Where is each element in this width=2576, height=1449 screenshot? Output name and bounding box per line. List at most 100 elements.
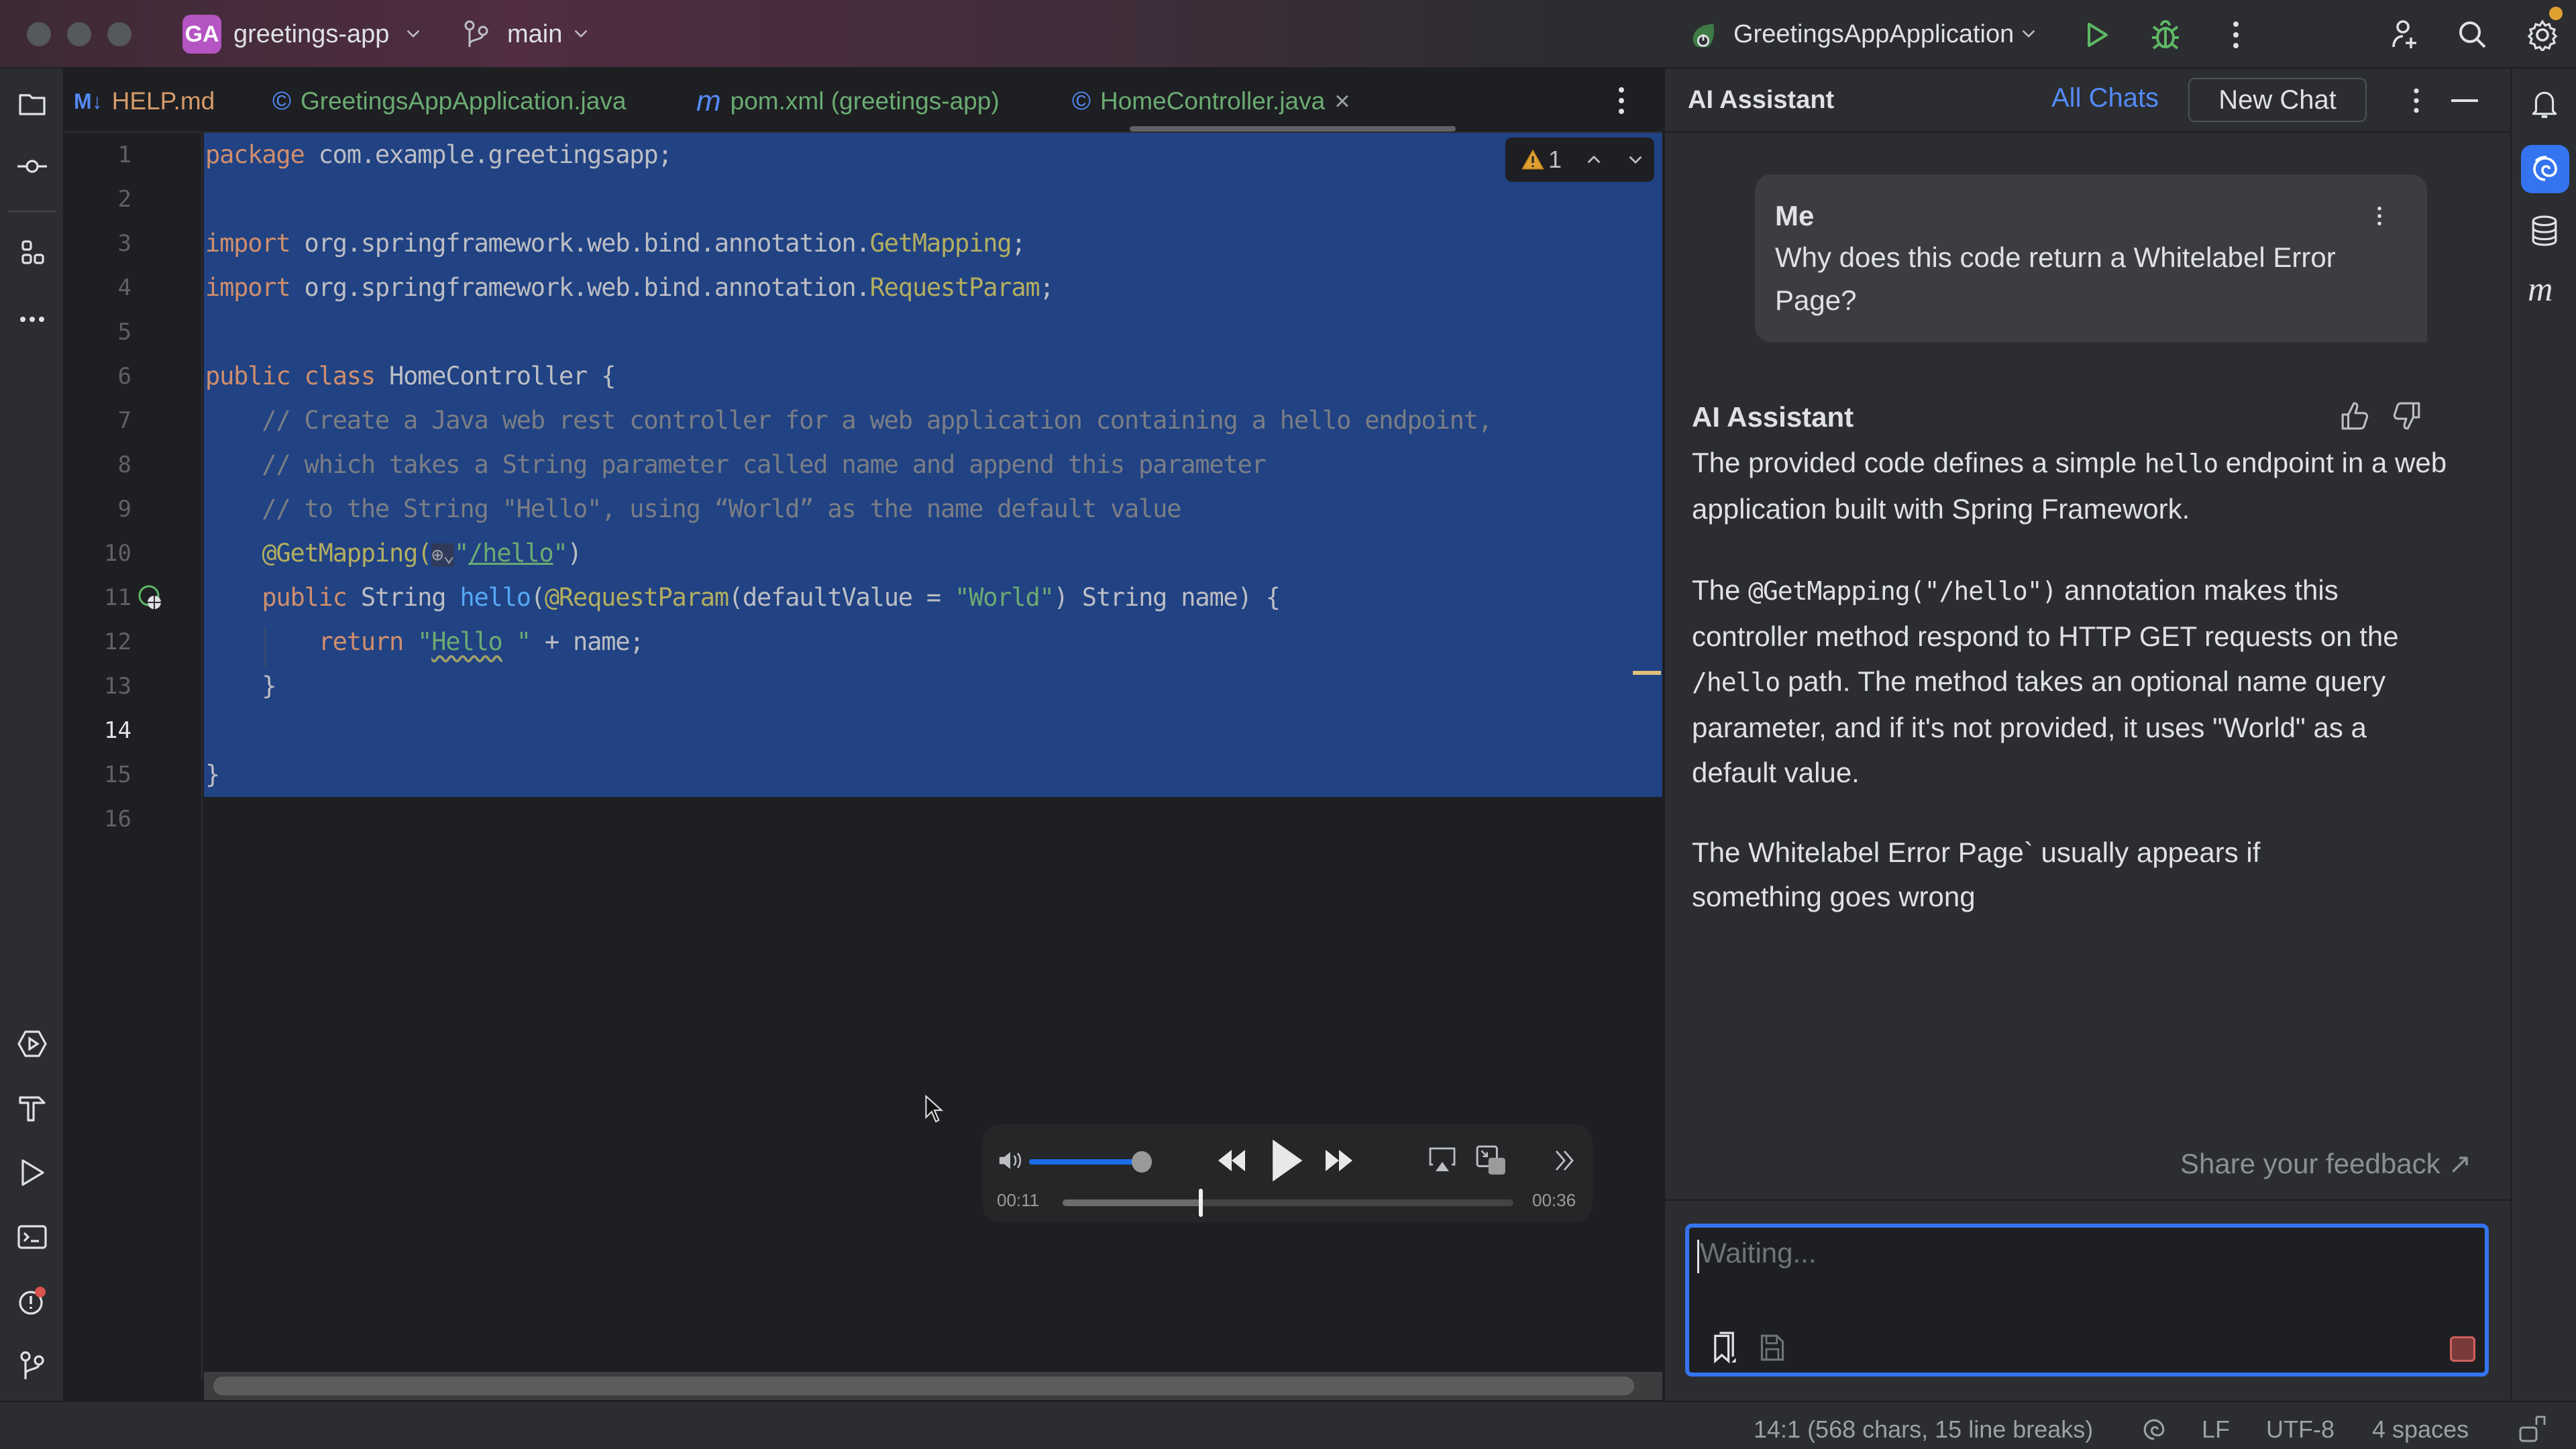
services-icon[interactable] — [16, 1028, 48, 1060]
user-message-author: Me — [1775, 200, 1815, 231]
more-controls-icon[interactable] — [1554, 1148, 1575, 1173]
file-encoding[interactable]: UTF-8 — [2266, 1415, 2334, 1444]
endpoint-globe-icon[interactable]: ⊕⌄ — [431, 543, 455, 567]
code-line-13: } — [205, 672, 276, 700]
chevron-down-icon — [574, 30, 588, 38]
tab-label: GreetingsAppApplication.java — [301, 87, 627, 115]
previous-highlight-icon[interactable] — [1585, 150, 1603, 169]
video-progress-fill — [1063, 1199, 1201, 1206]
build-icon[interactable] — [16, 1092, 48, 1124]
code-line-8-comment: // which takes a String parameter called… — [205, 450, 1267, 479]
endpoint-gutter-icon[interactable] — [137, 584, 164, 613]
tab-label: pom.xml (greetings-app) — [730, 87, 1000, 115]
code-line-9-comment: // to the String "Hello", using “World” … — [205, 494, 1181, 523]
structure-icon[interactable] — [16, 237, 48, 270]
chat-input-placeholder[interactable]: Waiting... — [1700, 1237, 1817, 1269]
indent-guide — [264, 627, 266, 667]
window-minimize-button[interactable] — [67, 22, 91, 46]
input-separator — [1665, 1199, 2512, 1201]
thumbs-up-icon[interactable] — [2340, 400, 2371, 432]
line-number: 8 — [117, 451, 131, 478]
editor-tab-bar: M↓ HELP.md © GreetingsAppApplication.jav… — [64, 68, 1662, 133]
project-folder-icon[interactable] — [16, 89, 48, 121]
more-tools-icon[interactable] — [16, 303, 48, 335]
tab-homecontroller-java[interactable]: © HomeController.java × — [1072, 85, 1350, 118]
status-bar: 14:1 (568 chars, 15 line breaks) LF UTF-… — [0, 1401, 2576, 1449]
warning-scrollbar-marker[interactable] — [1633, 671, 1661, 675]
terminal-icon[interactable] — [16, 1221, 48, 1253]
volume-icon[interactable] — [997, 1148, 1024, 1173]
assistant-paragraph-1: The provided code defines a simple hello… — [1692, 447, 2447, 525]
line-number-current: 14 — [104, 717, 131, 744]
code-line-3: import org.springframework.web.bind.anno… — [205, 229, 1026, 258]
toolbar-divider — [8, 211, 56, 212]
all-chats-link[interactable]: All Chats — [2051, 83, 2159, 113]
indent-setting[interactable]: 4 spaces — [2372, 1415, 2469, 1444]
commit-icon[interactable] — [16, 150, 48, 182]
fast-forward-icon[interactable] — [1323, 1147, 1355, 1174]
volume-slider-thumb[interactable] — [1132, 1151, 1152, 1173]
add-context-icon[interactable] — [1709, 1331, 1739, 1364]
picture-in-picture-icon[interactable] — [1476, 1144, 1507, 1177]
tab-pom-xml[interactable]: m pom.xml (greetings-app) — [696, 85, 1000, 118]
panel-options-icon[interactable] — [2410, 87, 2423, 114]
database-icon[interactable] — [2530, 215, 2559, 247]
branch-dropdown[interactable]: main — [507, 19, 562, 50]
settings-icon[interactable] — [2526, 19, 2559, 51]
video-progress-playhead[interactable] — [1198, 1189, 1203, 1217]
more-icon[interactable] — [2226, 20, 2246, 50]
rewind-icon[interactable] — [1216, 1147, 1248, 1174]
read-only-toggle-icon[interactable] — [2517, 1414, 2548, 1444]
next-highlight-icon[interactable] — [1626, 150, 1645, 169]
minimize-panel-icon[interactable] — [2451, 99, 2478, 102]
warning-icon — [1521, 149, 1544, 170]
new-chat-button[interactable]: New Chat — [2188, 78, 2367, 122]
search-icon[interactable] — [2458, 20, 2487, 50]
maven-tool-icon[interactable]: m — [2528, 270, 2553, 309]
notifications-icon[interactable] — [2529, 89, 2560, 119]
problems-icon[interactable] — [16, 1285, 48, 1318]
project-name-dropdown[interactable]: greetings-app — [233, 19, 389, 50]
close-tab-icon[interactable]: × — [1334, 87, 1350, 117]
window-close-button[interactable] — [27, 22, 51, 46]
debug-icon[interactable] — [2151, 19, 2180, 51]
line-number: 10 — [104, 540, 131, 567]
tab-more-icon[interactable] — [1613, 86, 1630, 115]
ai-assistant-tool-button[interactable] — [2521, 145, 2569, 193]
branch-icon — [464, 20, 488, 47]
code-line-12: return "Hello " + name; — [318, 627, 645, 656]
line-separator[interactable]: LF — [2202, 1415, 2230, 1444]
code-line-10: @GetMapping(⊕⌄"/hello") — [262, 539, 582, 568]
tab-greetingsappapplication-java[interactable]: © GreetingsAppApplication.java — [272, 85, 626, 118]
git-icon[interactable] — [16, 1350, 48, 1382]
horizontal-scrollbar-thumb[interactable] — [213, 1377, 1634, 1395]
window-zoom-button[interactable] — [107, 22, 131, 46]
chat-input-box[interactable]: Waiting... — [1685, 1224, 2489, 1377]
thumbs-down-icon[interactable] — [2391, 400, 2422, 432]
run-icon[interactable] — [2082, 20, 2112, 50]
share-feedback-link[interactable]: Share your feedback ↗ — [2180, 1147, 2471, 1180]
play-icon[interactable] — [1269, 1138, 1304, 1183]
airplay-icon[interactable] — [1429, 1146, 1456, 1175]
run-tool-icon[interactable] — [16, 1157, 48, 1189]
tab-help-md[interactable]: M↓ HELP.md — [74, 85, 215, 118]
project-badge[interactable]: GA — [182, 15, 221, 54]
class-icon: © — [1072, 87, 1091, 115]
ai-status-icon[interactable] — [2141, 1417, 2167, 1442]
caret-position[interactable]: 14:1 (568 chars, 15 line breaks) — [1754, 1415, 2093, 1444]
message-options-icon[interactable] — [2375, 203, 2384, 229]
add-user-icon[interactable] — [2390, 19, 2419, 51]
stop-generation-button[interactable] — [2450, 1336, 2475, 1362]
ai-assistant-icon — [2533, 156, 2557, 181]
inspection-widget[interactable]: 1 — [1505, 138, 1654, 182]
chevron-down-icon — [407, 30, 420, 38]
active-tab-indicator — [1130, 126, 1456, 131]
save-prompt-icon[interactable] — [1759, 1332, 1786, 1363]
maven-icon: m — [696, 85, 721, 117]
ai-assistant-panel: AI Assistant All Chats New Chat Me Why d… — [1664, 68, 2512, 1401]
tab-label: HELP.md — [111, 87, 215, 115]
line-number: 5 — [117, 319, 131, 345]
mouse-cursor-icon — [925, 1095, 944, 1123]
video-total-time: 00:36 — [1532, 1190, 1576, 1210]
run-config-dropdown[interactable]: GreetingsAppApplication — [1733, 19, 2014, 50]
